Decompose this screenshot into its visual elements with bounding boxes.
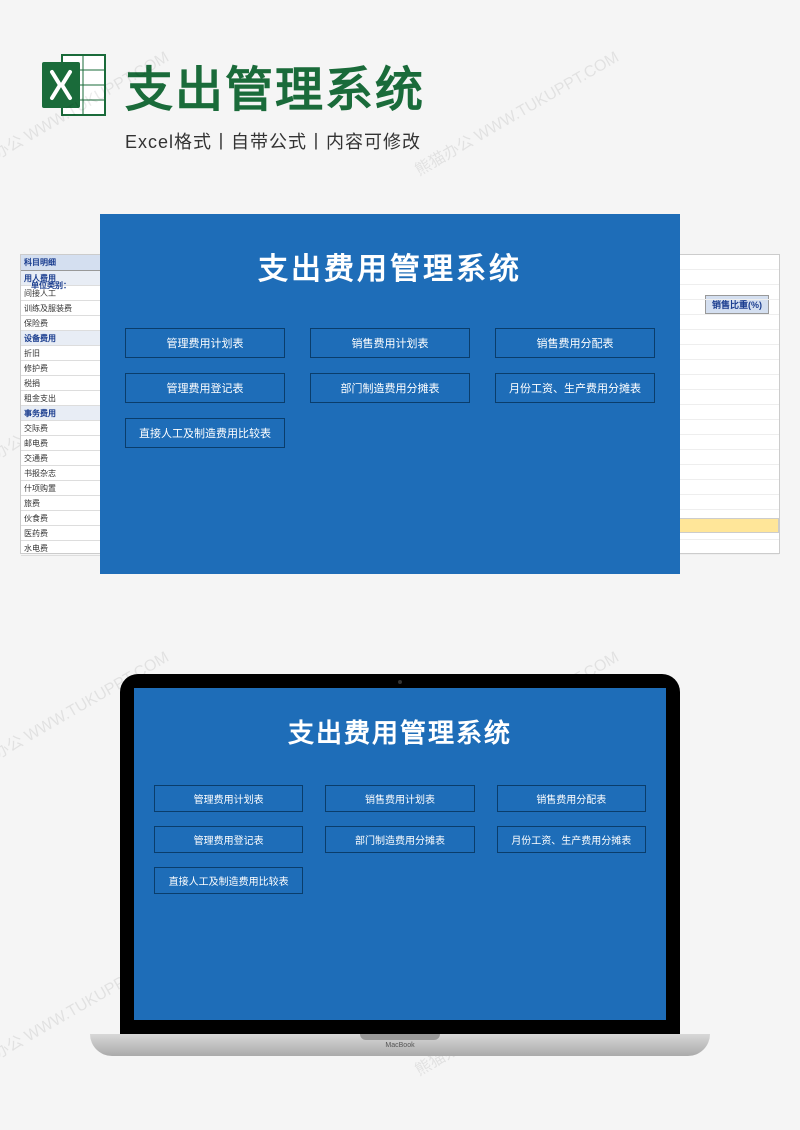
laptop-base: MacBook <box>90 1034 710 1056</box>
header: 支出管理系统 Excel格式丨自带公式丨内容可修改 <box>0 0 800 184</box>
laptop-screen: 支出费用管理系统 管理费用计划表 销售费用计划表 销售费用分配表 管理费用登记表… <box>120 674 680 1034</box>
laptop-btn-sales-plan[interactable]: 销售费用计划表 <box>325 785 474 812</box>
laptop-btn-mgmt-plan[interactable]: 管理费用计划表 <box>154 785 303 812</box>
preview-area: 单位类别： 科目明细 用人费用间接人工训练及服装费保险费设备费用折旧修护费税捐租… <box>20 214 780 594</box>
laptop-button-grid: 管理费用计划表 销售费用计划表 销售费用分配表 管理费用登记表 部门制造费用分摊… <box>154 785 646 894</box>
laptop-btn-sales-alloc[interactable]: 销售费用分配表 <box>497 785 646 812</box>
btn-sales-plan[interactable]: 销售费用计划表 <box>310 328 470 358</box>
highlighted-cell <box>679 518 779 533</box>
laptop-btn-direct-labor[interactable]: 直接人工及制造费用比较表 <box>154 867 303 894</box>
laptop-camera <box>398 680 402 684</box>
btn-direct-labor[interactable]: 直接人工及制造费用比较表 <box>125 418 285 448</box>
btn-dept-mfg[interactable]: 部门制造费用分摊表 <box>310 373 470 403</box>
laptop-panel-title: 支出费用管理系统 <box>154 713 646 750</box>
laptop-display: 支出费用管理系统 管理费用计划表 销售费用计划表 销售费用分配表 管理费用登记表… <box>134 688 666 1020</box>
btn-sales-alloc[interactable]: 销售费用分配表 <box>495 328 655 358</box>
main-panel: 支出费用管理系统 管理费用计划表 销售费用计划表 销售费用分配表 管理费用登记表… <box>100 214 680 574</box>
btn-mgmt-register[interactable]: 管理费用登记表 <box>125 373 285 403</box>
laptop-btn-monthly-wage[interactable]: 月份工资、生产费用分摊表 <box>497 826 646 853</box>
excel-icon <box>40 50 110 120</box>
laptop-notch <box>360 1034 440 1040</box>
unit-type-label: 单位类别： <box>31 280 71 291</box>
subtitle: Excel格式丨自带公式丨内容可修改 <box>125 128 760 154</box>
laptop-mockup: 支出费用管理系统 管理费用计划表 销售费用计划表 销售费用分配表 管理费用登记表… <box>90 674 710 1056</box>
laptop-btn-mgmt-register[interactable]: 管理费用登记表 <box>154 826 303 853</box>
panel-title: 支出费用管理系统 <box>125 244 655 288</box>
laptop-brand-label: MacBook <box>385 1042 414 1049</box>
main-title: 支出管理系统 <box>125 50 760 120</box>
button-grid: 管理费用计划表 销售费用计划表 销售费用分配表 管理费用登记表 部门制造费用分摊… <box>125 328 655 448</box>
laptop-btn-dept-mfg[interactable]: 部门制造费用分摊表 <box>325 826 474 853</box>
btn-mgmt-plan[interactable]: 管理费用计划表 <box>125 328 285 358</box>
btn-monthly-wage[interactable]: 月份工资、生产费用分摊表 <box>495 373 655 403</box>
